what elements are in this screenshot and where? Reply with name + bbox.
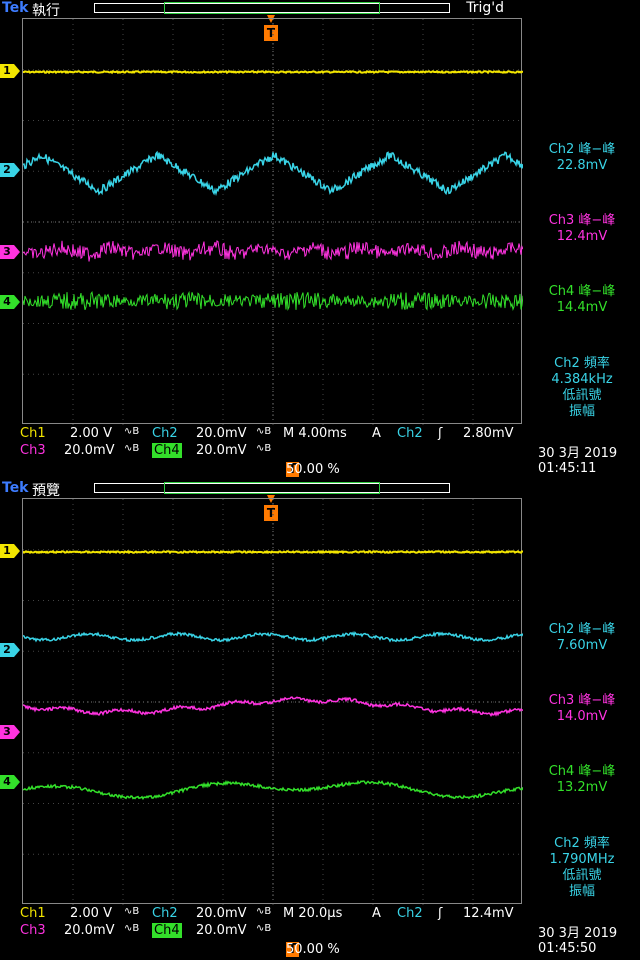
ch4-pk-pk-measurement: Ch4 峰−峰 14.4mV	[524, 284, 640, 316]
date: 30 3月 2019	[538, 446, 618, 461]
measurement-value: 4.384kHz	[551, 372, 613, 387]
ch1-trace	[23, 69, 523, 75]
scope-screen-top: Tek 執行 Trig'd T 1 2 3 4 Ch2 峰−峰 22.8mV C…	[0, 0, 640, 480]
measurement-title: Ch4 峰−峰	[548, 764, 616, 779]
ch2-pk-pk-measurement: Ch2 峰−峰 7.60mV	[524, 622, 640, 654]
measurement-value: 7.60mV	[556, 638, 608, 653]
trigger-slope-icon: ʃ	[438, 906, 443, 921]
time: 01:45:50	[538, 941, 597, 956]
waveform-graticule	[22, 498, 523, 905]
ch1-scale[interactable]: 2.00 V	[70, 426, 112, 441]
measurement-value: 12.4mV	[556, 229, 608, 244]
measurement-value: 14.0mV	[556, 709, 608, 724]
ch4-ground-marker[interactable]: 4	[0, 775, 20, 789]
ch1-scale[interactable]: 2.00 V	[70, 906, 112, 921]
bandwidth-limit-icon: ∿B	[124, 426, 140, 437]
trigger-level[interactable]: 12.4mV	[463, 906, 514, 921]
scope-screen-bottom: Tek 預覽 T 1 2 3 4 Ch2 峰−峰 7.60mV Ch3 峰−峰 …	[0, 480, 640, 960]
graticule-lines	[23, 19, 523, 425]
ch1-label: Ch1	[20, 906, 46, 921]
waveform-graticule	[22, 18, 523, 425]
trigger-mode: A	[372, 426, 381, 441]
bandwidth-limit-icon: ∿B	[124, 443, 140, 454]
measurement-title: Ch2 峰−峰	[548, 142, 616, 157]
bandwidth-limit-icon: ∿B	[256, 906, 272, 917]
measurement-title: Ch2 頻率	[554, 356, 610, 371]
ch4-label: Ch4	[152, 443, 182, 458]
bandwidth-limit-icon: ∿B	[256, 443, 272, 454]
ch2-scale[interactable]: 20.0mV	[196, 906, 247, 921]
position-value: 50.00 %	[286, 462, 340, 477]
measurement-value: 13.2mV	[556, 780, 608, 795]
acquisition-mode: 執行	[32, 3, 60, 19]
ch2-pk-pk-measurement: Ch2 峰−峰 22.8mV	[524, 142, 640, 174]
ch3-ground-marker[interactable]: 3	[0, 725, 20, 739]
waveform-display	[23, 499, 523, 905]
timebase[interactable]: M 20.0µs	[283, 906, 342, 921]
ch4-ground-marker[interactable]: 4	[0, 295, 20, 309]
record-view-window[interactable]	[164, 482, 380, 494]
bandwidth-limit-icon: ∿B	[124, 906, 140, 917]
timestamp: 30 3月 2019 01:45:11	[538, 446, 617, 476]
trigger-source: Ch2	[397, 426, 423, 441]
ch4-pk-pk-measurement: Ch4 峰−峰 13.2mV	[524, 764, 640, 796]
ch3-label: Ch3	[20, 443, 46, 458]
bandwidth-limit-icon: ∿B	[256, 923, 272, 934]
measurement-note: 振幅	[568, 404, 595, 419]
tek-logo: Tek	[2, 480, 29, 496]
trigger-slope-icon: ʃ	[438, 426, 443, 441]
measurement-value: 14.4mV	[556, 300, 608, 315]
bandwidth-limit-icon: ∿B	[124, 923, 140, 934]
acquisition-mode: 預覽	[32, 483, 60, 499]
ch1-label: Ch1	[20, 426, 46, 441]
measurement-value: 22.8mV	[556, 158, 608, 173]
ch1-trace	[23, 549, 523, 555]
measurement-title: Ch2 峰−峰	[548, 622, 616, 637]
ch2-scale[interactable]: 20.0mV	[196, 426, 247, 441]
measurement-title: Ch3 峰−峰	[548, 213, 616, 228]
record-view-window[interactable]	[164, 2, 380, 14]
ch3-pk-pk-measurement: Ch3 峰−峰 12.4mV	[524, 213, 640, 245]
ch2-ground-marker[interactable]: 2	[0, 163, 20, 177]
bandwidth-limit-icon: ∿B	[256, 426, 272, 437]
measurement-title: Ch3 峰−峰	[548, 693, 616, 708]
timebase[interactable]: M 4.00ms	[283, 426, 347, 441]
trigger-mode: A	[372, 906, 381, 921]
ch3-scale[interactable]: 20.0mV	[64, 923, 115, 938]
measurement-title: Ch2 頻率	[554, 836, 610, 851]
trigger-source: Ch2	[397, 906, 423, 921]
ch2-ground-marker[interactable]: 2	[0, 643, 20, 657]
waveform-display	[23, 19, 523, 425]
ch3-label: Ch3	[20, 923, 46, 938]
timestamp: 30 3月 2019 01:45:50	[538, 926, 617, 956]
ch1-ground-marker[interactable]: 1	[0, 544, 20, 558]
measurement-note: 低訊號	[562, 388, 602, 403]
ch2-trace	[23, 631, 523, 643]
measurement-note: 振幅	[568, 884, 595, 899]
trigger-level[interactable]: 2.80mV	[463, 426, 514, 441]
ch2-frequency-measurement: Ch2 頻率 4.384kHz 低訊號 振幅	[524, 356, 640, 420]
ch4-scale[interactable]: 20.0mV	[196, 443, 247, 458]
ch3-pk-pk-measurement: Ch3 峰−峰 14.0mV	[524, 693, 640, 725]
tek-logo: Tek	[2, 0, 29, 16]
position-value: 50.00 %	[286, 942, 340, 957]
ch3-scale[interactable]: 20.0mV	[64, 443, 115, 458]
time: 01:45:11	[538, 461, 597, 476]
measurement-value: 1.790MHz	[549, 852, 615, 867]
measurement-note: 低訊號	[562, 868, 602, 883]
ch4-label: Ch4	[152, 923, 182, 938]
measurement-title: Ch4 峰−峰	[548, 284, 616, 299]
ch2-frequency-measurement: Ch2 頻率 1.790MHz 低訊號 振幅	[524, 836, 640, 900]
ch2-label: Ch2	[152, 426, 178, 441]
trigger-status: Trig'd	[466, 0, 504, 16]
ch1-ground-marker[interactable]: 1	[0, 64, 20, 78]
date: 30 3月 2019	[538, 926, 618, 941]
ch4-scale[interactable]: 20.0mV	[196, 923, 247, 938]
ch3-ground-marker[interactable]: 3	[0, 245, 20, 259]
ch2-label: Ch2	[152, 906, 178, 921]
